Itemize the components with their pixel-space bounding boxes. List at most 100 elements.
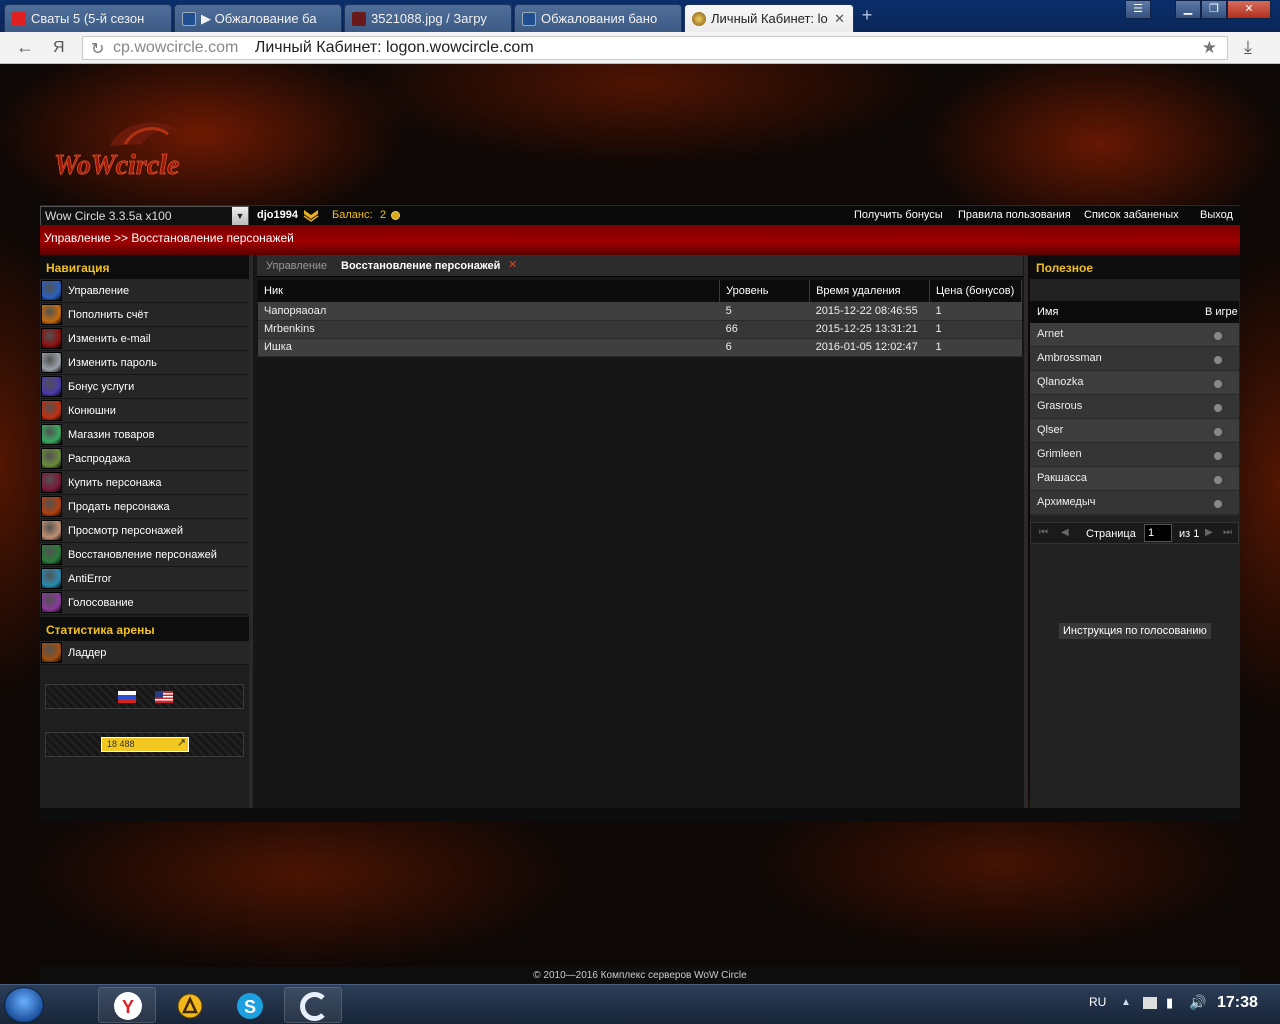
taskbar-app[interactable]: S (220, 987, 278, 1023)
nav-item[interactable]: Распродажа (40, 447, 249, 471)
realm-select[interactable]: Wow Circle 3.3.5a x100 ▼ (40, 206, 249, 226)
nav-item[interactable]: AntiError (40, 567, 249, 591)
clock[interactable]: 17:38 (1217, 994, 1258, 1012)
list-item[interactable]: Grimleen (1030, 443, 1239, 467)
maximize-button[interactable]: ❐ (1201, 0, 1227, 19)
list-item[interactable]: Ambrossman (1030, 347, 1239, 371)
logout-link[interactable]: Выход (1200, 209, 1233, 221)
nav-item[interactable]: Изменить e-mail (40, 327, 249, 351)
chevron-down-icon[interactable]: ▼ (232, 207, 248, 225)
browser-toolbar: ← Я ↻ cp.wowcircle.com Личный Кабинет: l… (0, 32, 1280, 64)
list-item[interactable]: Ракшасса (1030, 467, 1239, 491)
nav-item[interactable]: Купить персонажа (40, 471, 249, 495)
column-header-name[interactable]: Имя (1037, 306, 1058, 318)
nav-item-label: Просмотр персонажей (68, 525, 184, 537)
list-item[interactable]: Архимедыч (1030, 491, 1239, 515)
nav-item[interactable]: Изменить пароль (40, 351, 249, 375)
browser-tab[interactable]: Обжалования бано (514, 4, 682, 32)
start-button[interactable] (4, 987, 44, 1023)
taskbar-app[interactable] (284, 987, 342, 1023)
list-item[interactable]: Arnet (1030, 323, 1239, 347)
ladder-icon (41, 642, 62, 663)
table-row[interactable]: Ишка 6 2016-01-05 12:02:47 1 (258, 338, 1022, 357)
taskbar-app[interactable]: Y (98, 987, 156, 1023)
offline-status-icon (1214, 404, 1222, 412)
nav-item[interactable]: Бонус услуги (40, 375, 249, 399)
column-header-price[interactable]: Цена (бонусов) (929, 280, 1022, 302)
table-row[interactable]: Чапоряаоал 5 2015-12-22 08:46:55 1 (258, 302, 1022, 321)
next-page-icon[interactable]: ▶ (1205, 527, 1213, 538)
list-item[interactable]: Qlser (1030, 419, 1239, 443)
player-name: Ракшасса (1037, 472, 1087, 484)
antierror-icon (41, 568, 62, 589)
table-cell: 6 (719, 338, 810, 357)
browser-tab-active[interactable]: Личный Кабинет: lo ✕ (684, 4, 854, 32)
network-icon[interactable]: ▮ (1166, 995, 1173, 1011)
table-row[interactable]: Mrbenkins 66 2015-12-25 13:31:21 1 (258, 320, 1022, 339)
visitor-counter[interactable]: 18 488 ↗ (101, 737, 189, 752)
nav-item-label: AntiError (68, 573, 112, 585)
list-item[interactable]: Grasrous (1030, 395, 1239, 419)
taskbar: Y S RU ▲ ▮ 🔊 17:38 (0, 984, 1280, 1024)
reload-icon[interactable]: ↻ (91, 39, 104, 59)
close-window-button[interactable]: ✕ (1227, 0, 1271, 19)
tab-management[interactable]: Управление (266, 260, 327, 272)
balance-label: Баланс: (332, 209, 373, 221)
prev-page-icon[interactable]: ◀ (1061, 527, 1069, 538)
voting-instructions-button[interactable]: Инструкция по голосованию (1059, 623, 1211, 639)
browser-menu-button[interactable]: ☰ (1125, 0, 1151, 19)
show-hidden-icons-icon[interactable]: ▲ (1121, 997, 1131, 1008)
column-header-deletion-time[interactable]: Время удаления (809, 280, 931, 302)
close-tab-icon[interactable]: ✕ (834, 11, 845, 27)
language-indicator[interactable]: RU (1089, 995, 1106, 1009)
coin-icon (391, 211, 400, 220)
first-page-icon[interactable]: ⏮ (1039, 527, 1048, 538)
topup-icon (41, 304, 62, 325)
address-title: Личный Кабинет: logon.wowcircle.com (254, 39, 534, 56)
nav-item[interactable]: Магазин товаров (40, 423, 249, 447)
bookmark-star-icon[interactable]: ★ (1202, 38, 1217, 58)
us-flag-icon[interactable] (155, 691, 173, 703)
action-center-icon[interactable] (1143, 997, 1157, 1009)
taskbar-app[interactable] (160, 987, 218, 1023)
content-tabs: Управление Восстановление персонажей ✕ (257, 255, 1023, 277)
browser-tab[interactable]: 3521088.jpg / Загру (344, 4, 512, 32)
new-tab-button[interactable]: + (858, 6, 876, 24)
nav-item[interactable]: Голосование (40, 591, 249, 615)
username[interactable]: djo1994 (257, 209, 298, 221)
sale-icon (41, 448, 62, 469)
browser-tab[interactable]: Сваты 5 (5-й сезон (4, 4, 172, 32)
nav-item[interactable]: Управление (40, 279, 249, 303)
rules-link[interactable]: Правила пользования (958, 209, 1071, 221)
banned-list-link[interactable]: Список забаненых (1084, 209, 1179, 221)
back-arrow-icon[interactable]: ← (16, 37, 34, 58)
view-characters-icon (41, 520, 62, 541)
nav-item[interactable]: Ладдер (40, 641, 249, 665)
download-icon[interactable]: ⤓ (1244, 37, 1252, 58)
list-item[interactable]: Qlanozka (1030, 371, 1239, 395)
column-header-in-game[interactable]: В игре (1205, 306, 1238, 318)
page-input[interactable] (1144, 524, 1172, 542)
nav-item[interactable]: Конюшни (40, 399, 249, 423)
russian-flag-icon[interactable] (118, 691, 136, 703)
nav-item[interactable]: Продать персонажа (40, 495, 249, 519)
browser-tab[interactable]: ▶ Обжалование ба (174, 4, 342, 32)
close-tab-icon[interactable]: ✕ (508, 258, 517, 271)
right-splitter[interactable] (1024, 255, 1028, 808)
column-header-level[interactable]: Уровень (719, 280, 811, 302)
address-bar[interactable]: ↻ cp.wowcircle.com Личный Кабинет: logon… (82, 36, 1228, 60)
column-header-nick[interactable]: Ник (258, 280, 721, 302)
nav-item-label: Распродажа (68, 453, 131, 465)
table-cell: 2015-12-22 08:46:55 (809, 302, 930, 321)
volume-icon[interactable]: 🔊 (1189, 994, 1206, 1011)
tab-restore-characters[interactable]: Восстановление персонажей (341, 260, 500, 272)
get-bonuses-link[interactable]: Получить бонусы (854, 209, 943, 221)
yandex-icon[interactable]: Я (53, 39, 65, 57)
nav-item-label: Восстановление персонажей (68, 549, 217, 561)
minimize-button[interactable]: ▁ (1175, 0, 1201, 19)
nav-item[interactable]: Восстановление персонажей (40, 543, 249, 567)
nav-item[interactable]: Пополнить счёт (40, 303, 249, 327)
skype-icon: S (237, 993, 263, 1019)
last-page-icon[interactable]: ⏭ (1223, 527, 1232, 538)
nav-item[interactable]: Просмотр персонажей (40, 519, 249, 543)
